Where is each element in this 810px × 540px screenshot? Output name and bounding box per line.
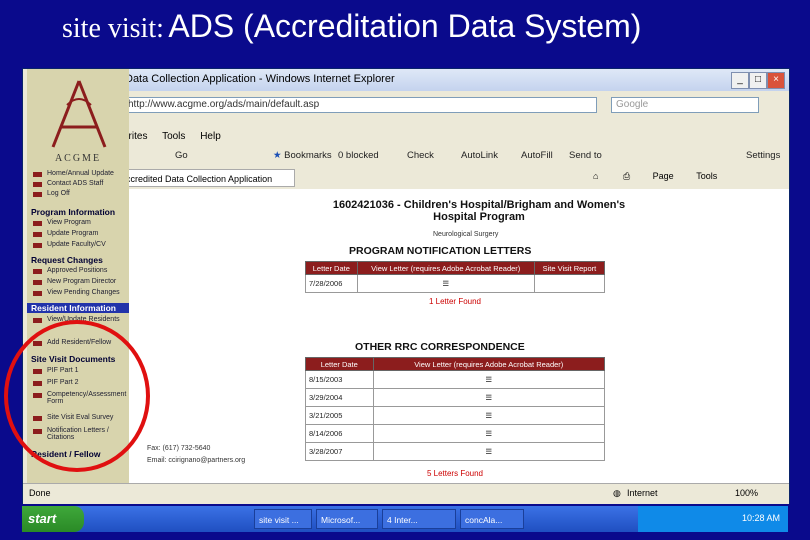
menu-help[interactable]: Help	[200, 131, 221, 142]
autofill-button[interactable]: AutoFill	[521, 150, 553, 161]
sidebar-link-logoff[interactable]: Log Off	[33, 190, 70, 197]
notification-table: Letter Date View Letter (requires Adobe …	[305, 261, 606, 293]
tools-menu[interactable]: Tools	[696, 171, 717, 181]
window-title: Data Collection Application - Windows In…	[125, 73, 395, 85]
page-menu[interactable]: Page	[653, 171, 674, 181]
notification-count: 1 Letter Found	[428, 297, 482, 306]
sidebar-link-new-director[interactable]: New Program Director	[32, 278, 116, 285]
menu-bar: orites Tools Help	[123, 131, 233, 147]
search-input[interactable]: Google	[611, 97, 759, 113]
clock: 10:28 AM	[741, 513, 780, 523]
minimize-button[interactable]: _	[731, 72, 749, 89]
pdf-icon[interactable]: ☰	[372, 406, 605, 425]
sidebar-link-contact[interactable]: Contact ADS Staff	[32, 180, 103, 187]
highlight-annotation	[4, 320, 150, 472]
sidebar-link-pending-changes[interactable]: View Pending Changes	[33, 289, 120, 296]
task-site-visit[interactable]: site visit ...	[254, 509, 312, 529]
globe-icon: ◍	[613, 488, 621, 498]
status-text: Done	[29, 488, 51, 498]
home-icon[interactable]: ⌂	[593, 171, 598, 181]
acgme-logo	[51, 80, 107, 148]
star-icon: ★	[273, 150, 282, 161]
col-letter-date: Letter Date	[305, 357, 374, 371]
status-bar: Done ◍ Internet 100%	[23, 483, 789, 504]
bookmarks-button[interactable]: ★ Bookmarks	[273, 150, 332, 161]
notification-heading: PROGRAM NOTIFICATION LETTERS	[349, 245, 532, 257]
col-letter-date: Letter Date	[305, 261, 358, 275]
sidebar-link-update-program[interactable]: Update Program	[32, 230, 98, 237]
email-text: Email: ccirignano@partners.org	[147, 457, 246, 464]
system-tray: 10:28 AM	[638, 506, 788, 532]
letter-date: 8/14/2006	[305, 424, 374, 443]
rrc-heading: OTHER RRC CORRESPONDENCE	[355, 341, 525, 353]
sendto-button[interactable]: Send to	[569, 150, 602, 161]
brand-name: ACGME	[54, 153, 102, 164]
sidebar-link-home[interactable]: Home/Annual Update	[33, 170, 114, 177]
zoom-level[interactable]: 100%	[735, 488, 758, 498]
table-row: 3/28/2007 ☰	[305, 442, 605, 461]
specialty-label: Neurological Surgery	[433, 231, 499, 238]
go-button[interactable]: Go	[175, 150, 188, 161]
maximize-button[interactable]: □	[749, 72, 767, 89]
pdf-icon[interactable]: ☰	[372, 424, 605, 443]
table-row: 3/21/2005 ☰	[305, 406, 605, 425]
pdf-icon[interactable]: ☰	[372, 370, 605, 389]
rrc-count: 5 Letters Found	[426, 469, 484, 478]
start-button[interactable]: start	[22, 506, 84, 532]
sidebar-link-update-faculty[interactable]: Update Faculty/CV	[33, 241, 106, 248]
table-row: 8/15/2003 ☰	[305, 370, 605, 389]
check-button[interactable]: Check	[407, 150, 434, 161]
letter-date: 3/29/2004	[305, 388, 374, 407]
menu-tools[interactable]: Tools	[162, 131, 185, 142]
site-report-cell	[533, 274, 606, 293]
task-internet[interactable]: 4 Inter...	[382, 509, 456, 529]
section-request-changes: Request Changes	[31, 255, 103, 265]
title-prefix: site visit:	[62, 13, 164, 44]
table-header-row: Letter Date View Letter (requires Adobe …	[305, 261, 606, 275]
col-site-report: Site Visit Report	[533, 261, 606, 275]
title-main: ADS (Accreditation Data System)	[168, 8, 642, 44]
table-header-row: Letter Date View Letter (requires Adobe …	[305, 357, 605, 371]
tab-ads[interactable]: ccredited Data Collection Application	[123, 169, 295, 187]
autolink-button[interactable]: AutoLink	[461, 150, 498, 161]
program-title: 1602421036 - Children's Hospital/Brigham…	[332, 199, 626, 223]
title-bar: Data Collection Application - Windows In…	[123, 69, 789, 91]
sidebar-link-view-program[interactable]: View Program	[33, 219, 91, 226]
page-content: 1602421036 - Children's Hospital/Brigham…	[123, 189, 789, 483]
rrc-table: Letter Date View Letter (requires Adobe …	[305, 357, 605, 461]
address-bar: http://www.acgme.org/ads/main/default.as…	[123, 95, 789, 115]
settings-button[interactable]: Settings	[746, 150, 780, 161]
section-program-info: Program Information	[31, 207, 116, 217]
url-input[interactable]: http://www.acgme.org/ads/main/default.as…	[123, 97, 597, 113]
col-view-letter: View Letter (requires Adobe Acrobat Read…	[356, 261, 535, 275]
print-icon[interactable]: ⎙	[623, 171, 630, 181]
task-concala[interactable]: concAla...	[460, 509, 524, 529]
command-bar: ⌂ ⎙ Page Tools	[593, 171, 717, 182]
table-row: 3/29/2004 ☰	[305, 388, 605, 407]
letter-date: 3/21/2005	[305, 406, 374, 425]
table-row: 7/28/2006 ☰	[305, 274, 606, 293]
col-view-letter: View Letter (requires Adobe Acrobat Read…	[372, 357, 605, 371]
letter-date: 7/28/2006	[305, 274, 358, 293]
pdf-icon[interactable]: ☰	[372, 388, 605, 407]
slide-title: site visit: ADS (Accreditation Data Syst…	[62, 8, 641, 45]
pdf-icon[interactable]: ☰	[372, 442, 605, 461]
zone-label: Internet	[627, 488, 658, 498]
task-microsoft[interactable]: Microsof...	[316, 509, 378, 529]
google-toolbar: Go ★ Bookmarks 0 blocked Check AutoLink …	[123, 147, 789, 167]
letter-date: 3/28/2007	[305, 442, 374, 461]
letter-date: 8/15/2003	[305, 370, 374, 389]
pdf-icon[interactable]: ☰	[356, 274, 535, 293]
close-button[interactable]: ×	[767, 72, 785, 89]
fax-text: Fax: (617) 732-5640	[147, 445, 211, 452]
tab-bar: ccredited Data Collection Application ⌂ …	[123, 167, 789, 189]
section-resident-info: Resident Information	[27, 303, 129, 313]
sidebar-link-approved-positions[interactable]: Approved Positions	[32, 267, 107, 274]
table-row: 8/14/2006 ☰	[305, 424, 605, 443]
taskbar: start site visit ... Microsof... 4 Inter…	[22, 506, 788, 532]
blocked-button[interactable]: 0 blocked	[338, 150, 379, 161]
